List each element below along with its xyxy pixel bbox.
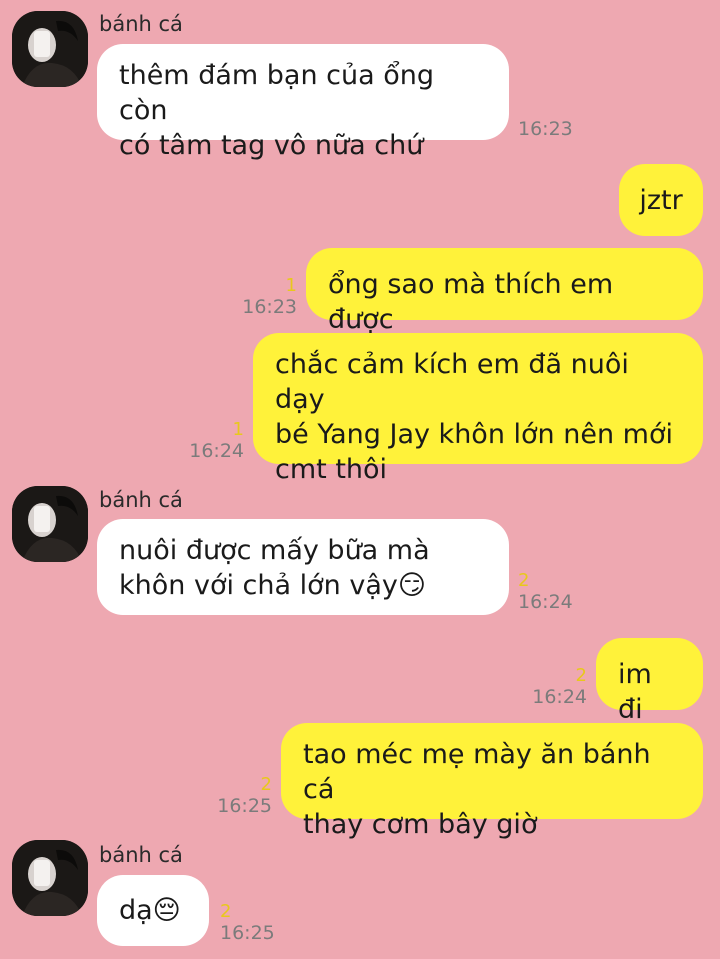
- unread-count: 2: [575, 665, 587, 686]
- message-meta: 1 16:23: [242, 275, 297, 319]
- unread-count: 2: [260, 774, 272, 795]
- timestamp-text: 16:24: [518, 591, 573, 613]
- message-meta: 2 16:24: [532, 665, 587, 709]
- contact-avatar[interactable]: [12, 486, 88, 562]
- message-bubble-outgoing[interactable]: im đi: [596, 638, 703, 725]
- message-meta: 2 16:25: [217, 774, 272, 818]
- timestamp-text: 16:24: [189, 440, 244, 462]
- unread-count: 2: [220, 901, 232, 922]
- unread-count: 1: [232, 419, 244, 440]
- message-meta: 2 16:25: [220, 901, 275, 945]
- timestamp-text: 16:23: [518, 118, 573, 140]
- message-bubble-outgoing[interactable]: jztr: [619, 164, 703, 236]
- message-bubble-incoming[interactable]: dạ😔: [97, 875, 209, 946]
- message-meta: 1 16:24: [189, 419, 244, 463]
- message-bubble-incoming[interactable]: thêm đám bạn của ổng còn có tâm tag vô n…: [97, 44, 509, 161]
- message-meta: 2 16:24: [518, 570, 573, 614]
- message-bubble-incoming[interactable]: nuôi được mấy bữa mà khôn với chả lớn vậ…: [97, 519, 509, 615]
- contact-avatar[interactable]: [12, 840, 88, 916]
- unread-count: 2: [518, 570, 530, 591]
- sender-name: bánh cá: [99, 12, 183, 36]
- message-bubble-outgoing[interactable]: chắc cảm kích em đã nuôi dạy bé Yang Jay…: [253, 333, 703, 485]
- message-bubble-outgoing[interactable]: tao méc mẹ mày ăn bánh cá thay cơm bây g…: [281, 723, 703, 840]
- chat-thread[interactable]: bánh cá thêm đám bạn của ổng còn có tâm …: [0, 0, 720, 959]
- message-timestamp: 16:23: [518, 118, 573, 140]
- timestamp-text: 16:23: [242, 296, 297, 318]
- timestamp-text: 16:25: [217, 795, 272, 817]
- timestamp-text: 16:25: [220, 922, 275, 944]
- sender-name: bánh cá: [99, 488, 183, 512]
- unread-count: 1: [285, 275, 297, 296]
- contact-avatar[interactable]: [12, 11, 88, 87]
- message-bubble-outgoing[interactable]: ổng sao mà thích em được: [306, 248, 703, 335]
- timestamp-text: 16:24: [532, 686, 587, 708]
- sender-name: bánh cá: [99, 843, 183, 867]
